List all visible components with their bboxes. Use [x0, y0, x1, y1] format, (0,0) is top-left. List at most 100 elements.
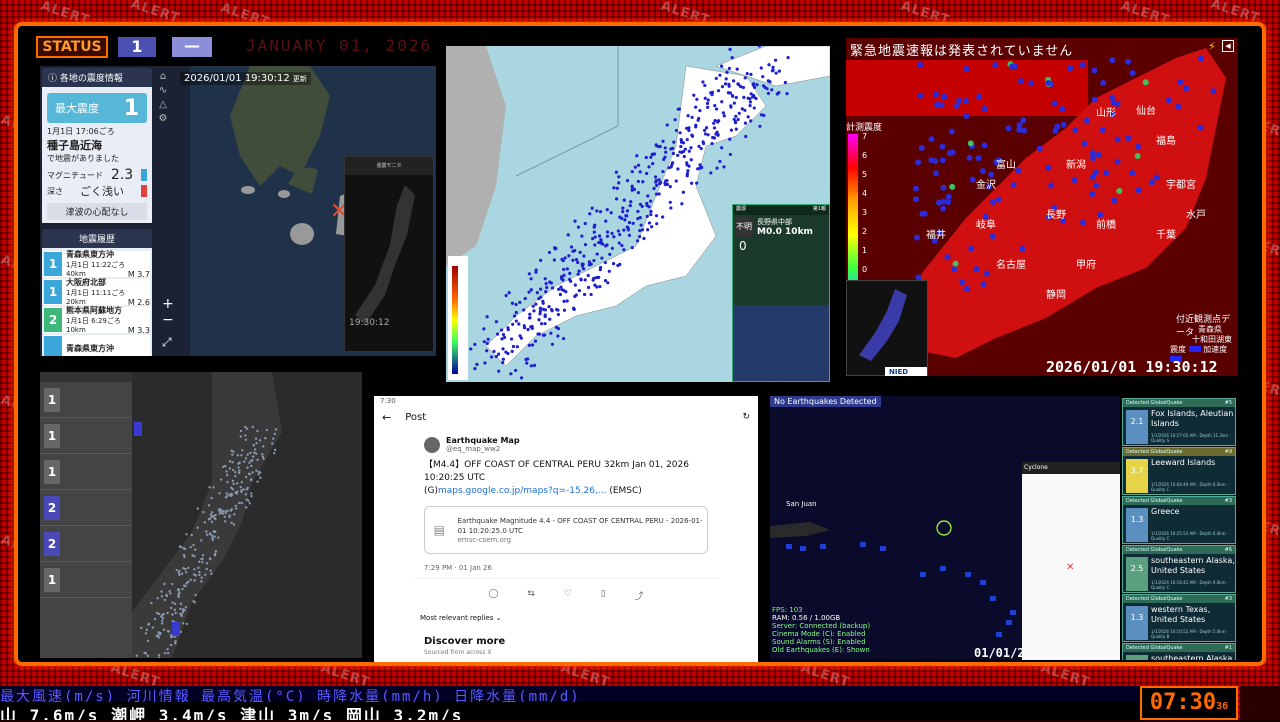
map-update-time: 2026/01/01 19:30:12 更新 — [180, 72, 311, 85]
intensity-dot — [1052, 127, 1059, 134]
station-dot — [194, 548, 197, 551]
author-handle: @eq_map_ww2 — [446, 445, 501, 453]
bookmark-icon[interactable]: ▯ — [601, 589, 606, 602]
station-dot — [507, 291, 511, 295]
station-dot — [529, 277, 533, 281]
station-dot — [240, 454, 243, 457]
post-link[interactable]: maps.google.co.jp/maps?q=-15.26,... — [438, 486, 606, 496]
wave-icon[interactable]: ∿ — [156, 84, 170, 98]
station-dot — [668, 200, 672, 204]
zoom-controls: + − ⤢ — [162, 296, 174, 350]
station-dot — [668, 184, 672, 189]
quake-list-item[interactable]: 2 — [40, 526, 132, 562]
station-dot — [605, 234, 610, 238]
station-dot — [482, 327, 486, 331]
station-dot — [556, 334, 560, 338]
station-dot — [146, 639, 150, 642]
like-icon[interactable]: ♡ — [564, 589, 572, 602]
station-dot — [700, 165, 704, 170]
intensity-dot — [1210, 88, 1217, 95]
station-dot — [590, 206, 594, 210]
station-dot — [160, 595, 164, 598]
detected-quake-item[interactable]: Detected GlobalQuake #3 1.3 Greece 1/1/2026 … — [1122, 496, 1236, 544]
quake-list-panel: 1 1 1 2 2 1 — [40, 372, 362, 658]
detected-quake-item[interactable]: Detected GlobalQuake #5 2.1 Fox Islands, Al… — [1122, 398, 1236, 446]
station-dot — [680, 202, 684, 206]
intensity-dot — [1079, 219, 1086, 226]
close-icon[interactable]: ✕ — [1066, 562, 1074, 573]
quake-list-item[interactable]: 1 — [40, 454, 132, 490]
back-arrow-icon[interactable]: ← — [382, 411, 391, 424]
station-dot — [244, 493, 247, 496]
station-dot — [245, 475, 248, 479]
intensity-dot — [1109, 57, 1116, 64]
station-dot — [213, 535, 216, 538]
latest-quake-card[interactable]: 最大震度 1 1月1日 17:06ごろ 種子島近海 で地震がありました マグニチ… — [42, 87, 152, 223]
station-dot — [720, 100, 724, 104]
repost-icon[interactable]: ⇆ — [527, 589, 535, 602]
station-dot — [544, 289, 548, 294]
station-dot — [732, 101, 736, 105]
station-dot — [630, 169, 634, 174]
warning-icon[interactable]: △ — [156, 98, 170, 112]
station-dot — [225, 492, 228, 495]
station-dot — [486, 337, 490, 341]
station-dot — [696, 118, 700, 122]
history-item[interactable]: 青森県東方沖 — [44, 335, 150, 356]
zoom-out-button[interactable]: − — [162, 312, 174, 328]
station-dot — [185, 533, 188, 536]
history-depth: 10km — [66, 326, 86, 334]
history-item[interactable]: 2 熊本県阿蘇地方 1月1日 6:29ごろ 10km M 3.3 — [44, 306, 150, 335]
dark-japan-map[interactable] — [132, 372, 362, 658]
station-dot — [494, 354, 498, 359]
station-dot — [226, 494, 229, 498]
station-dot — [649, 199, 653, 203]
intensity-dot — [982, 213, 989, 220]
home-icon[interactable]: ⌂ — [156, 70, 170, 84]
station-dot — [627, 220, 632, 225]
reply-icon[interactable]: ◯ — [488, 589, 498, 602]
station-dot — [728, 152, 733, 157]
zoom-in-button[interactable]: + — [162, 296, 174, 312]
intensity-dot — [1197, 124, 1204, 131]
avatar[interactable] — [424, 436, 440, 453]
post-author[interactable]: Earthquake Map @eq_map_ww2 — [374, 428, 758, 453]
history-item[interactable]: 1 大阪府北部 1月1日 11:11ごろ 20km M 2.6 — [44, 278, 150, 307]
station-dot — [661, 169, 665, 174]
quake-list-item[interactable]: 1 — [40, 418, 132, 454]
refresh-icon[interactable]: ↻ — [742, 412, 750, 422]
station-dot — [262, 445, 265, 448]
quake-list-intensity: 1 — [44, 567, 60, 592]
fullscreen-icon[interactable]: ⤢ — [162, 334, 174, 350]
station-dot — [231, 488, 234, 491]
station-dot — [616, 229, 621, 233]
city-label: 仙台 — [1136, 104, 1156, 117]
gear-icon[interactable]: ⚙ — [156, 112, 170, 126]
station-dot — [189, 546, 192, 549]
quake-list-item[interactable]: 2 — [40, 490, 132, 526]
station-dot — [645, 201, 649, 206]
reply-sort-dropdown[interactable]: Most relevant replies ⌄ — [374, 602, 758, 622]
link-card[interactable]: ▤ Earthquake Magnitude 4.4 - OFF COAST O… — [424, 506, 708, 554]
station-dot — [193, 555, 196, 558]
share-icon[interactable]: ⤴ — [635, 589, 644, 602]
detected-quake-item[interactable]: Detected GlobalQuake #1 1.9southeastern Al… — [1122, 643, 1236, 660]
station-dot — [612, 235, 616, 239]
detected-quake-item[interactable]: Detected GlobalQuake #3 1.3 western Texas, … — [1122, 594, 1236, 642]
station-dot — [550, 309, 554, 313]
station-dot — [519, 336, 523, 340]
quake-list-item[interactable]: 1 — [40, 562, 132, 598]
history-item[interactable]: 1 青森県東方沖 1月1日 11:22ごろ 40km M 3.7 — [44, 250, 150, 279]
gq-date: 01/01/2 — [974, 646, 1025, 660]
detected-quake-item[interactable]: Detected GlobalQuake #9 3.7 Leeward Islands… — [1122, 447, 1236, 495]
quake-list-item[interactable]: 1 — [40, 382, 132, 418]
station-dot — [537, 332, 542, 336]
station-dot — [231, 453, 234, 456]
station-dot — [210, 572, 213, 576]
station-dot — [652, 186, 656, 191]
station-dot — [525, 361, 529, 365]
detected-quake-item[interactable]: Detected GlobalQuake #6 2.5 southeastern Al… — [1122, 545, 1236, 593]
station-dot — [586, 285, 591, 290]
station-dot — [669, 206, 673, 210]
station-dot — [736, 117, 740, 122]
